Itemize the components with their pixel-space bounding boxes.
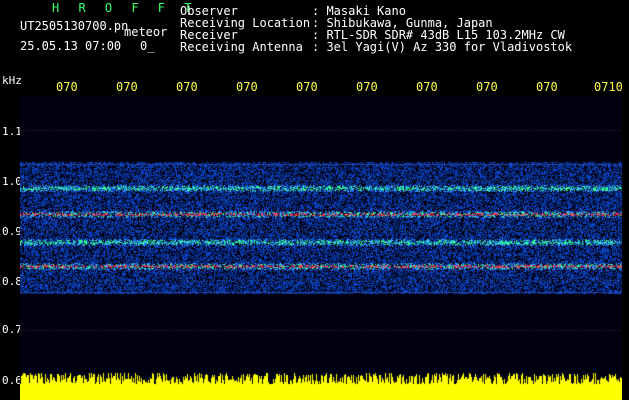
y-unit: kHz — [2, 74, 22, 87]
y-tick: 1.1 — [2, 125, 22, 138]
x-tick: 070 — [236, 80, 258, 94]
x-tick: 070 — [116, 80, 138, 94]
x-tick: 070 — [56, 80, 78, 94]
x-tick: 0710 — [594, 80, 623, 94]
filename: UT2505130700.pn — [20, 19, 129, 33]
y-tick: 0.6 — [2, 374, 22, 387]
counter: 0_ — [140, 39, 155, 53]
datetime: 25.05.13 07:00 — [20, 39, 122, 53]
value-antenna: : 3el Yagi(V) Az 330 for Vladivostok — [312, 40, 573, 54]
y-tick: 0.7 — [2, 323, 22, 336]
label-antenna: Receiving Antenna — [180, 40, 303, 54]
x-tick: 070 — [356, 80, 378, 94]
field-labels: Observer Receiving Location Receiver Rec… — [180, 5, 310, 53]
logo: H R O F F T — [52, 1, 198, 15]
x-tick: 070 — [296, 80, 318, 94]
x-tick: 070 — [176, 80, 198, 94]
y-tick: 0.8 — [2, 275, 22, 288]
x-tick: 070 — [476, 80, 498, 94]
x-tick: 070 — [416, 80, 438, 94]
y-tick: 0.9 — [2, 225, 22, 238]
audio-level-strip — [20, 370, 622, 400]
field-values: : Masaki Kano : Shibukawa, Gunma, Japan … — [312, 5, 572, 53]
mode-label: meteor — [124, 25, 168, 39]
x-tick: 070 — [536, 80, 558, 94]
spectrogram-canvas — [20, 96, 622, 400]
spectrogram-plot — [20, 96, 622, 400]
y-tick: 1.0 — [2, 175, 22, 188]
